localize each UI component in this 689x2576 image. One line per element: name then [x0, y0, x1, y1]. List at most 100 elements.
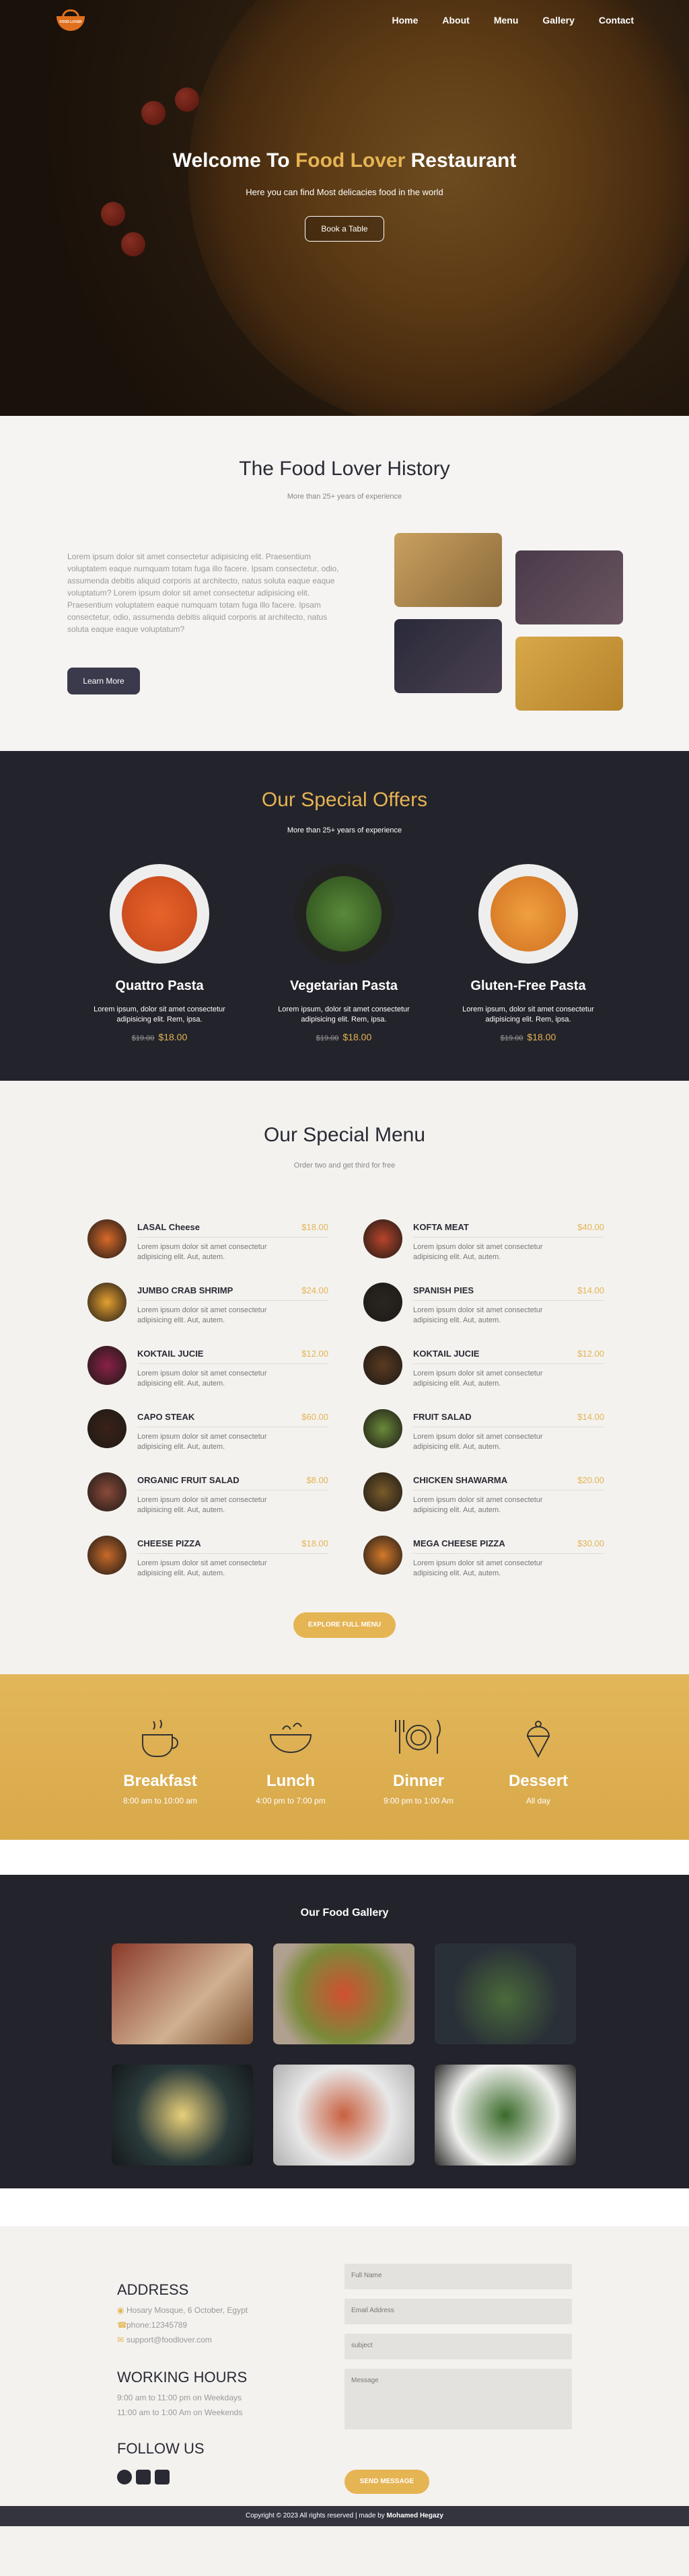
hour-title: Breakfast: [123, 1772, 197, 1790]
hour-time: All day: [525, 1796, 551, 1805]
nav-link-menu[interactable]: Menu: [494, 15, 519, 26]
offer-desc: Lorem ipsum, dolor sit amet consectetur …: [462, 1005, 594, 1024]
gallery-image[interactable]: [273, 2065, 414, 2166]
bowl-icon: [269, 1723, 312, 1753]
offer-name: Gluten-Free Pasta: [470, 978, 586, 993]
address-row: ◉ Hosary Mosque, 6 October, Egypt: [117, 2305, 248, 2315]
hour-card: Dessert All day: [491, 1715, 585, 1805]
menu-item-image: [87, 1536, 126, 1575]
menu-item[interactable]: FRUIT SALAD $14.00 Lorem ipsum dolor sit a…: [363, 1409, 604, 1456]
instagram-icon[interactable]: [155, 2470, 170, 2484]
menu-item[interactable]: ORGANIC FRUIT SALAD $8.00 Lorem ipsum dolo…: [87, 1472, 328, 1519]
phone-icon: ☎: [117, 2320, 127, 2330]
menu-item[interactable]: KOFTA MEAT $40.00 Lorem ipsum dolor sit am…: [363, 1219, 604, 1266]
hero-subtitle: Here you can find Most delicacies food i…: [246, 187, 443, 197]
learn-more-button[interactable]: Learn More: [67, 668, 140, 694]
menu-item-price: $8.00: [306, 1475, 328, 1485]
hour-card: Breakfast 8:00 am to 10:00 am: [113, 1715, 207, 1805]
nav-link-contact[interactable]: Contact: [599, 15, 634, 26]
gallery-image[interactable]: [273, 1943, 414, 2044]
menu-item-name: KOKTAIL JUCIE: [413, 1349, 480, 1359]
full-name-field[interactable]: Full Name: [344, 2264, 572, 2289]
gallery-image[interactable]: [112, 1943, 253, 2044]
menu-item-desc: Lorem ipsum dolor sit amet consectetur a…: [413, 1559, 543, 1577]
explore-menu-button[interactable]: EXPLORE FULL MENU: [293, 1612, 396, 1638]
hour-card: Dinner 9:00 pm to 1:00 Am: [371, 1715, 466, 1805]
menu-item[interactable]: MEGA CHEESE PIZZA $30.00 Lorem ipsum dolor…: [363, 1536, 604, 1583]
menu-item[interactable]: CHEESE PIZZA $18.00 Lorem ipsum dolor sit …: [87, 1536, 328, 1583]
hour-title: Dinner: [392, 1772, 444, 1790]
subject-field[interactable]: subject: [344, 2334, 572, 2359]
menu-item[interactable]: KOKTAIL JUCIE $12.00 Lorem ipsum dolor sit…: [363, 1346, 604, 1393]
gallery-title: Our Food Gallery: [300, 1907, 389, 1919]
copyright: Copyright © 2023 All rights reserved | m…: [0, 2506, 689, 2526]
menu-item-name: KOKTAIL JUCIE: [137, 1349, 204, 1359]
book-table-button[interactable]: Book a Table: [305, 216, 384, 242]
menu-item-price: $40.00: [577, 1222, 604, 1232]
menu-item[interactable]: KOKTAIL JUCIE $12.00 Lorem ipsum dolor sit…: [87, 1346, 328, 1393]
menu-item-image: [87, 1346, 126, 1385]
navbar: FOOD LOVER Home About Menu Gallery Conta…: [0, 0, 689, 40]
hours-row: 9:00 am to 11:00 pm on Weekdays: [117, 2393, 242, 2402]
menu-item[interactable]: CAPO STEAK $60.00 Lorem ipsum dolor sit am…: [87, 1409, 328, 1456]
cup-icon: [142, 1719, 178, 1757]
offer-price: $19.00 $18.00: [316, 1032, 372, 1042]
send-message-button[interactable]: SEND MESSAGE: [344, 2470, 429, 2494]
menu-item-name: SPANISH PIES: [413, 1285, 474, 1295]
hours-section: Breakfast 8:00 am to 10:00 am Lunch 4:00…: [0, 1674, 689, 1840]
menu-item-name: LASAL Cheese: [137, 1222, 200, 1232]
history-paragraph: Lorem ipsum dolor sit amet consectetur a…: [67, 552, 339, 634]
menu-item-name: JUMBO CRAB SHRIMP: [137, 1285, 233, 1295]
icecream-icon: [526, 1721, 550, 1758]
menu-item-name: FRUIT SALAD: [413, 1412, 472, 1422]
menu-title: Our Special Menu: [263, 1124, 426, 1146]
hour-title: Lunch: [266, 1772, 315, 1790]
message-field[interactable]: Message: [344, 2369, 572, 2429]
menu-item[interactable]: SPANISH PIES $14.00 Lorem ipsum dolor sit …: [363, 1283, 604, 1330]
menu-item-price: $60.00: [301, 1412, 328, 1422]
nav-links: Home About Menu Gallery Contact: [392, 15, 634, 26]
menu-item-image: [87, 1283, 126, 1322]
offer-image: [478, 864, 578, 964]
hour-time: 4:00 pm to 7:00 pm: [256, 1796, 326, 1805]
offer-image: [110, 864, 209, 964]
menu-section: Our Special Menu Order two and get third…: [0, 1081, 689, 1674]
gallery-image[interactable]: [435, 2065, 576, 2166]
menu-item-desc: Lorem ipsum dolor sit amet consectetur a…: [137, 1433, 267, 1451]
history-image: [394, 619, 502, 693]
menu-item-image: [363, 1283, 402, 1322]
history-image: [394, 533, 502, 607]
menu-item-desc: Lorem ipsum dolor sit amet consectetur a…: [137, 1559, 267, 1577]
nav-link-about[interactable]: About: [442, 15, 469, 26]
hour-card: Lunch 4:00 pm to 7:00 pm: [244, 1715, 338, 1805]
nav-link-gallery[interactable]: Gallery: [542, 15, 574, 26]
offer-card[interactable]: Vegetarian Pasta Lorem ipsum, dolor sit …: [253, 864, 435, 1042]
mail-icon: ✉: [117, 2335, 124, 2345]
menu-item-price: $14.00: [577, 1412, 604, 1422]
phone-row: ☎phone:12345789: [117, 2320, 188, 2330]
gallery-image[interactable]: [112, 2065, 253, 2166]
menu-item-price: $12.00: [577, 1349, 604, 1359]
logo[interactable]: FOOD LOVER: [57, 9, 85, 32]
menu-item-desc: Lorem ipsum dolor sit amet consectetur a…: [137, 1306, 267, 1324]
menu-item-name: KOFTA MEAT: [413, 1222, 469, 1232]
menu-item-desc: Lorem ipsum dolor sit amet consectetur a…: [413, 1496, 543, 1514]
twitter-icon[interactable]: [136, 2470, 151, 2484]
menu-item-image: [363, 1346, 402, 1385]
menu-item-image: [87, 1219, 126, 1258]
menu-item[interactable]: LASAL Cheese $18.00 Lorem ipsum dolor sit …: [87, 1219, 328, 1266]
social-links: [117, 2470, 174, 2488]
offer-price: $19.00 $18.00: [500, 1032, 556, 1042]
history-image: [515, 550, 623, 624]
gallery-image[interactable]: [435, 1943, 576, 2044]
facebook-icon[interactable]: [117, 2470, 132, 2484]
menu-item[interactable]: JUMBO CRAB SHRIMP $24.00 Lorem ipsum dolor…: [87, 1283, 328, 1330]
menu-item-desc: Lorem ipsum dolor sit amet consectetur a…: [413, 1433, 543, 1451]
nav-link-home[interactable]: Home: [392, 15, 418, 26]
menu-item-price: $18.00: [301, 1538, 328, 1548]
email-field[interactable]: Email Address: [344, 2299, 572, 2324]
offer-card[interactable]: Gluten-Free Pasta Lorem ipsum, dolor sit…: [437, 864, 619, 1042]
offer-card[interactable]: Quattro Pasta Lorem ipsum, dolor sit ame…: [69, 864, 250, 1042]
email-row: ✉ support@foodlover.com: [117, 2335, 212, 2345]
menu-item[interactable]: CHICKEN SHAWARMA $20.00 Lorem ipsum dolor …: [363, 1472, 604, 1519]
